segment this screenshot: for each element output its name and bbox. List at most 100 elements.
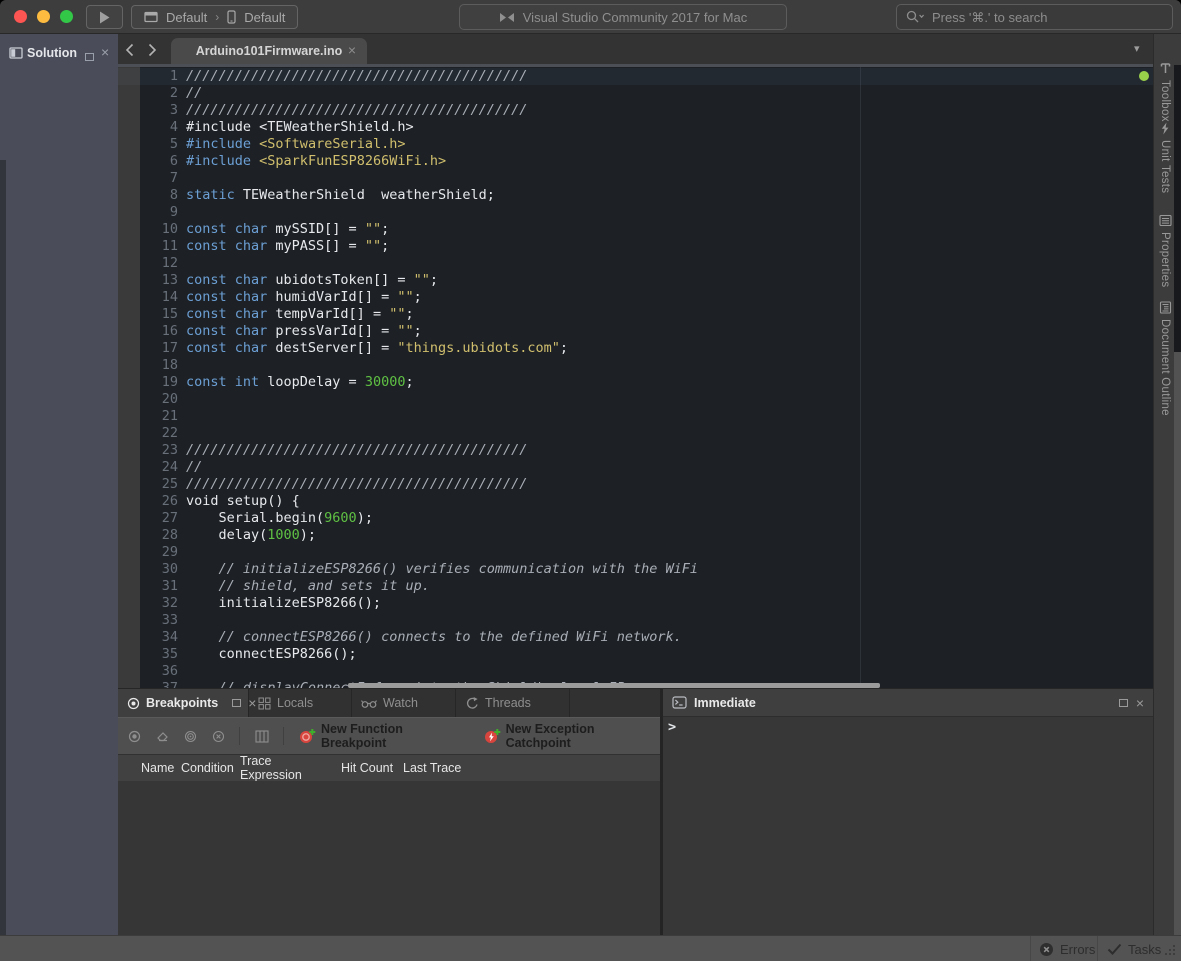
line-number[interactable]: 2 (118, 85, 178, 102)
line-number[interactable]: 12 (118, 255, 178, 272)
code-line-18[interactable]: 18 (118, 357, 1153, 374)
code-line-9[interactable]: 9 (118, 204, 1153, 221)
code-line-3[interactable]: 3///////////////////////////////////////… (118, 102, 1153, 119)
breakpoints-list[interactable] (118, 781, 660, 936)
code-line-29[interactable]: 29 (118, 544, 1153, 561)
search-input[interactable] (932, 10, 1163, 25)
bottom-tab-watch[interactable]: Watch (352, 689, 456, 717)
code-line-30[interactable]: 30 // initializeESP8266() verifies commu… (118, 561, 1153, 578)
code-line-13[interactable]: 13const char ubidotsToken[] = ""; (118, 272, 1153, 289)
line-number[interactable]: 1 (118, 68, 178, 85)
code-line-36[interactable]: 36 (118, 663, 1153, 680)
sidebar-tab-unit-tests[interactable]: Unit Tests (1155, 122, 1175, 193)
code-line-14[interactable]: 14const char humidVarId[] = ""; (118, 289, 1153, 306)
code-line-2[interactable]: 2// (118, 85, 1153, 102)
new-breakpoint-button[interactable] (128, 730, 141, 743)
right-scrollbar-thumb[interactable] (1174, 352, 1181, 935)
sidebar-tab-toolbox[interactable]: Toolbox (1155, 62, 1175, 122)
solution-pad-float-button[interactable] (85, 48, 94, 66)
code-line-20[interactable]: 20 (118, 391, 1153, 408)
traffic-light-minimize[interactable] (37, 10, 50, 23)
code-line-10[interactable]: 10const char mySSID[] = ""; (118, 221, 1153, 238)
tab-close-icon[interactable]: × (348, 42, 356, 58)
line-number[interactable]: 4 (118, 119, 178, 136)
line-number[interactable]: 14 (118, 289, 178, 306)
errors-button[interactable]: Errors (1039, 936, 1095, 961)
code-line-22[interactable]: 22 (118, 425, 1153, 442)
column-name[interactable]: Name (136, 761, 176, 775)
config-selector[interactable]: Default › Default (131, 5, 298, 29)
code-line-7[interactable]: 7 (118, 170, 1153, 187)
immediate-console[interactable]: > (663, 717, 1153, 936)
immediate-close-button[interactable]: × (1136, 698, 1144, 708)
bottom-tab-threads[interactable]: Threads (456, 689, 570, 717)
document-tab[interactable]: Arduino101Firmware.ino × (171, 38, 367, 64)
line-number[interactable]: 26 (118, 493, 178, 510)
code-line-8[interactable]: 8static TEWeatherShield weatherShield; (118, 187, 1153, 204)
line-number[interactable]: 9 (118, 204, 178, 221)
line-number[interactable]: 32 (118, 595, 178, 612)
navigate-forward-icon[interactable] (148, 43, 157, 57)
code-line-23[interactable]: 23//////////////////////////////////////… (118, 442, 1153, 459)
bottom-tab-breakpoints[interactable]: Breakpoints× (118, 689, 249, 717)
columns-button[interactable] (255, 730, 269, 743)
line-number[interactable]: 8 (118, 187, 178, 204)
code-line-16[interactable]: 16const char pressVarId[] = ""; (118, 323, 1153, 340)
column-last-trace[interactable]: Last Trace (398, 761, 478, 775)
line-number[interactable]: 15 (118, 306, 178, 323)
code-line-15[interactable]: 15const char tempVarId[] = ""; (118, 306, 1153, 323)
column-hit-count[interactable]: Hit Count (336, 761, 398, 775)
sidebar-tab-properties[interactable]: Properties (1155, 214, 1175, 287)
line-number[interactable]: 28 (118, 527, 178, 544)
clear-breakpoint-button[interactable] (156, 730, 169, 743)
line-number[interactable]: 17 (118, 340, 178, 357)
line-number[interactable]: 23 (118, 442, 178, 459)
line-number[interactable]: 24 (118, 459, 178, 476)
line-number[interactable]: 27 (118, 510, 178, 527)
line-number[interactable]: 19 (118, 374, 178, 391)
new-function-breakpoint-button[interactable]: New Function Breakpoint (299, 722, 469, 750)
code-line-11[interactable]: 11const char myPASS[] = ""; (118, 238, 1153, 255)
solution-pad-close-button[interactable]: × (101, 47, 109, 57)
code-line-35[interactable]: 35 connectESP8266(); (118, 646, 1153, 663)
navigate-back-icon[interactable] (125, 43, 134, 57)
code-line-6[interactable]: 6#include <SparkFunESP8266WiFi.h> (118, 153, 1153, 170)
column-condition[interactable]: Condition (176, 761, 235, 775)
code-line-24[interactable]: 24// (118, 459, 1153, 476)
line-number[interactable]: 11 (118, 238, 178, 255)
code-line-33[interactable]: 33 (118, 612, 1153, 629)
code-line-34[interactable]: 34 // connectESP8266() connects to the d… (118, 629, 1153, 646)
code-line-5[interactable]: 5#include <SoftwareSerial.h> (118, 136, 1153, 153)
tasks-button[interactable]: Tasks (1107, 936, 1161, 961)
code-line-19[interactable]: 19const int loopDelay = 30000; (118, 374, 1153, 391)
line-number[interactable]: 37 (118, 680, 178, 688)
line-number[interactable]: 16 (118, 323, 178, 340)
pad-float-button[interactable] (232, 699, 241, 707)
line-number[interactable]: 6 (118, 153, 178, 170)
code-line-4[interactable]: 4#include <TEWeatherShield.h> (118, 119, 1153, 136)
code-line-26[interactable]: 26void setup() { (118, 493, 1153, 510)
code-line-17[interactable]: 17const char destServer[] = "things.ubid… (118, 340, 1153, 357)
new-exception-catchpoint-button[interactable]: New Exception Catchpoint (484, 722, 660, 750)
line-number[interactable]: 20 (118, 391, 178, 408)
code-line-12[interactable]: 12 (118, 255, 1153, 272)
traffic-light-zoom[interactable] (60, 10, 73, 23)
line-number[interactable]: 30 (118, 561, 178, 578)
code-line-31[interactable]: 31 // shield, and sets it up. (118, 578, 1153, 595)
window-resize-grip[interactable] (1165, 945, 1177, 957)
traffic-light-close[interactable] (14, 10, 27, 23)
disable-all-breakpoints-button[interactable] (184, 730, 197, 743)
code-editor[interactable]: 1///////////////////////////////////////… (118, 67, 1153, 688)
line-number[interactable]: 25 (118, 476, 178, 493)
line-number[interactable]: 7 (118, 170, 178, 187)
line-number[interactable]: 3 (118, 102, 178, 119)
code-line-25[interactable]: 25//////////////////////////////////////… (118, 476, 1153, 493)
code-line-21[interactable]: 21 (118, 408, 1153, 425)
run-button[interactable] (86, 5, 123, 29)
line-number[interactable]: 34 (118, 629, 178, 646)
line-number[interactable]: 31 (118, 578, 178, 595)
line-number[interactable]: 13 (118, 272, 178, 289)
sidebar-tab-document-outline[interactable]: Document Outline (1155, 301, 1175, 416)
line-number[interactable]: 33 (118, 612, 178, 629)
column-trace-expression[interactable]: Trace Expression (235, 754, 336, 782)
